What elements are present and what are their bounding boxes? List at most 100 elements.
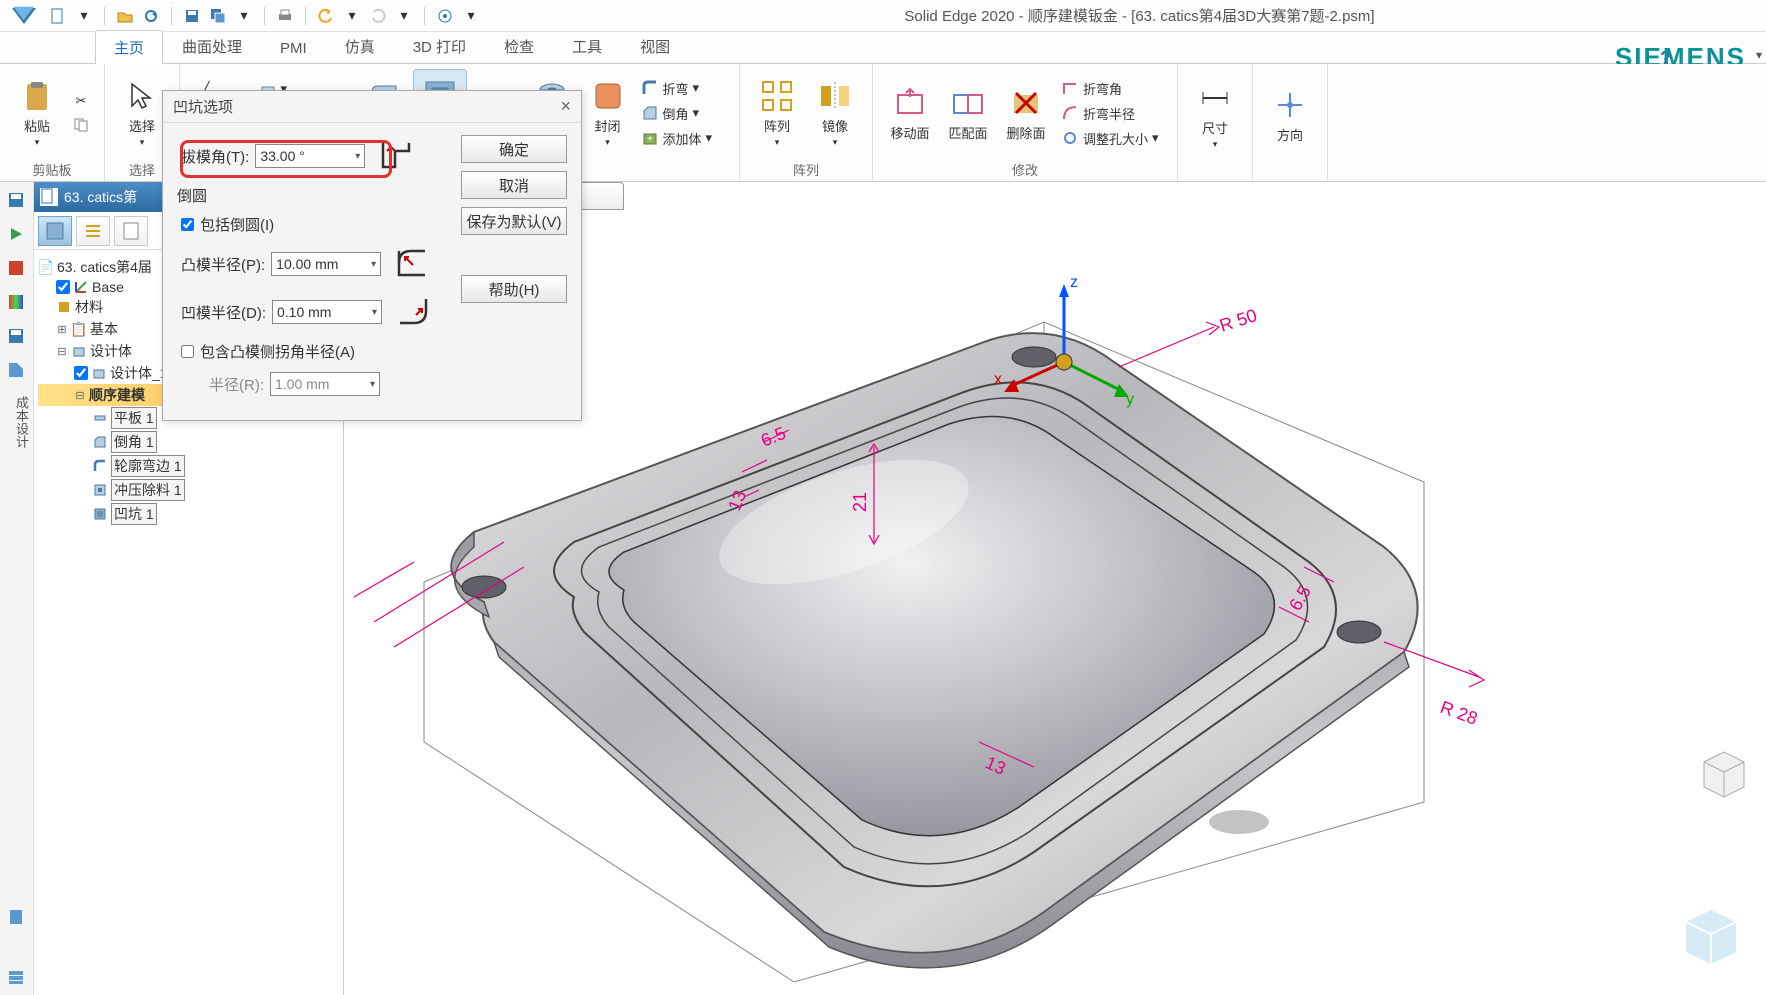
copy-button[interactable] [68, 114, 94, 136]
add-body-button[interactable]: +添加体 ▾ [637, 127, 727, 150]
expand-icon[interactable]: ⊞ [56, 323, 68, 336]
qat-dropdown-icon[interactable]: ▾ [234, 6, 254, 26]
include-corner-radius-checkbox[interactable] [181, 345, 194, 358]
select-group-label: 选择 [129, 158, 155, 179]
sidebar-play-icon[interactable] [2, 220, 30, 248]
draft-angle-combo[interactable]: 33.00 °▾ [255, 144, 365, 168]
watermark-icon [1666, 892, 1756, 985]
qat-touch-icon[interactable] [435, 6, 455, 26]
sidebar-doc-icon[interactable] [2, 903, 30, 931]
include-round-checkbox[interactable] [181, 218, 194, 231]
select-button[interactable]: 选择▾ [115, 69, 169, 157]
qat-undo-icon[interactable] [316, 6, 336, 26]
draft-angle-label: 拔模角(T): [181, 146, 249, 167]
dialog-savedefault-button[interactable]: 保存为默认(V) [461, 207, 567, 235]
dialog-cancel-button[interactable]: 取消 [461, 171, 567, 199]
sidebar-save-icon[interactable] [2, 186, 30, 214]
tab-surface[interactable]: 曲面处理 [163, 29, 261, 63]
tab-view[interactable]: 视图 [621, 29, 689, 63]
orient-button[interactable]: 方向 [1263, 71, 1317, 159]
qat-save-icon[interactable] [182, 6, 202, 26]
tab-3dprint[interactable]: 3D 打印 [394, 29, 485, 63]
tree-chamfer[interactable]: 倒角 1 [38, 430, 339, 454]
die-radius-icon [394, 293, 432, 331]
app-menu-icon[interactable] [8, 0, 40, 32]
move-face-button[interactable]: 移动面 [883, 69, 937, 157]
chamfer-button[interactable]: 倒角 ▾ [637, 102, 727, 125]
view-cube[interactable] [1694, 742, 1754, 802]
paste-button[interactable]: 粘贴▾ [10, 69, 64, 157]
corner-radius-label: 半径(R): [209, 374, 264, 395]
ribbon-group-modify: 移动面 匹配面 删除面 折弯角 折弯半径 调整孔大小 ▾ 修改 [873, 64, 1178, 181]
svg-text:+: + [647, 134, 653, 145]
collapse-icon[interactable]: ⊟ [56, 345, 68, 358]
svg-text:x: x [994, 371, 1002, 388]
modify-group-label: 修改 [1012, 158, 1038, 179]
bend-angle-button[interactable]: 折弯角 [1057, 77, 1167, 100]
dialog-help-button[interactable]: 帮助(H) [461, 275, 567, 303]
dialog-close-button[interactable]: × [560, 96, 571, 117]
qat-dropdown-icon[interactable]: ▾ [74, 6, 94, 26]
tree-contour-flange[interactable]: 轮廓弯边 1 [38, 454, 339, 478]
svg-text:21: 21 [850, 492, 870, 512]
delete-face-button[interactable]: 删除面 [999, 69, 1053, 157]
include-corner-radius-label: 包含凸模侧拐角半径(A) [200, 341, 355, 362]
qat-dropdown-icon[interactable]: ▾ [394, 6, 414, 26]
tab-simulation[interactable]: 仿真 [326, 29, 394, 63]
qat-refresh-icon[interactable] [141, 6, 161, 26]
dimension-button[interactable]: 尺寸▾ [1188, 71, 1242, 159]
dialog-titlebar[interactable]: 凹坑选项 × [163, 91, 581, 123]
sidebar-save2-icon[interactable] [2, 322, 30, 350]
die-radius-label: 凹模半径(D): [181, 302, 266, 323]
tree-dimple[interactable]: 凹坑 1 [38, 502, 339, 526]
tree-tab-label[interactable]: 63. catics第 [64, 187, 137, 207]
pattern-group-label: 阵列 [793, 158, 819, 179]
qat-saveall-icon[interactable] [208, 6, 228, 26]
match-face-button[interactable]: 匹配面 [941, 69, 995, 157]
window-title: Solid Edge 2020 - 顺序建模钣金 - [63. catics第4… [481, 5, 1758, 26]
bend-button[interactable]: 折弯 ▾ [637, 77, 727, 100]
qat-new-icon[interactable] [48, 6, 68, 26]
resize-hole-button[interactable]: 调整孔大小 ▾ [1057, 127, 1167, 150]
paste-label: 粘贴 [24, 116, 50, 135]
corner-radius-combo[interactable]: 1.00 mm▾ [270, 372, 380, 396]
qat-dropdown-icon[interactable]: ▾ [342, 6, 362, 26]
tab-inspect[interactable]: 检查 [485, 29, 553, 63]
tree-view-list-icon[interactable] [76, 216, 110, 246]
sidebar-layers-icon[interactable] [2, 963, 30, 991]
qat-dropdown-icon[interactable]: ▾ [461, 6, 481, 26]
ribbon-group-clipboard: 粘贴▾ ✂ 剪贴板 [0, 64, 105, 181]
cut-button[interactable]: ✂ [68, 90, 94, 112]
tree-view-sheet-icon[interactable] [114, 216, 148, 246]
sidebar-red-icon[interactable] [2, 254, 30, 282]
die-radius-combo[interactable]: 0.10 mm▾ [272, 300, 382, 324]
tab-tools[interactable]: 工具 [553, 29, 621, 63]
qat-open-icon[interactable] [115, 6, 135, 26]
qat-print-icon[interactable] [275, 6, 295, 26]
draft-angle-icon [377, 137, 415, 175]
mirror-button[interactable]: 镜像▾ [808, 69, 862, 157]
dialog-ok-button[interactable]: 确定 [461, 135, 567, 163]
close-corner-button[interactable]: 封闭▾ [581, 69, 635, 157]
bend-radius-button[interactable]: 折弯半径 [1057, 102, 1167, 125]
tab-home[interactable]: 主页 [95, 30, 163, 64]
title-bar: ▾ ▾ ▾ ▾ ▾ Solid Edge 2020 - 顺序建模钣金 - [63… [0, 0, 1766, 32]
left-sidebar: 成本设计 [0, 182, 34, 995]
pattern-button[interactable]: 阵列▾ [750, 69, 804, 157]
sidebar-gradient-icon[interactable] [2, 288, 30, 316]
tab-pmi[interactable]: PMI [261, 33, 326, 63]
ribbon-collapse-icon[interactable]: ▾ [1756, 48, 1762, 62]
collapse-icon[interactable]: ⊟ [74, 389, 86, 402]
quick-access-toolbar: ▾ ▾ ▾ ▾ ▾ [48, 6, 481, 26]
punch-radius-combo[interactable]: 10.00 mm▾ [271, 252, 381, 276]
svg-text:y: y [1126, 391, 1134, 408]
punch-radius-icon [393, 245, 431, 283]
dimple-options-dialog: 凹坑选项 × 确定 取消 保存为默认(V) 帮助(H) 拔模角(T): 33.0… [162, 90, 582, 421]
include-round-label: 包括倒圆(I) [200, 214, 274, 235]
sidebar-tag-icon[interactable] [2, 356, 30, 384]
tree-view-cube-icon[interactable] [38, 216, 72, 246]
doc-icon [40, 188, 58, 206]
qat-redo-icon[interactable] [368, 6, 388, 26]
dialog-title-text: 凹坑选项 [173, 96, 233, 117]
tree-punch[interactable]: 冲压除料 1 [38, 478, 339, 502]
